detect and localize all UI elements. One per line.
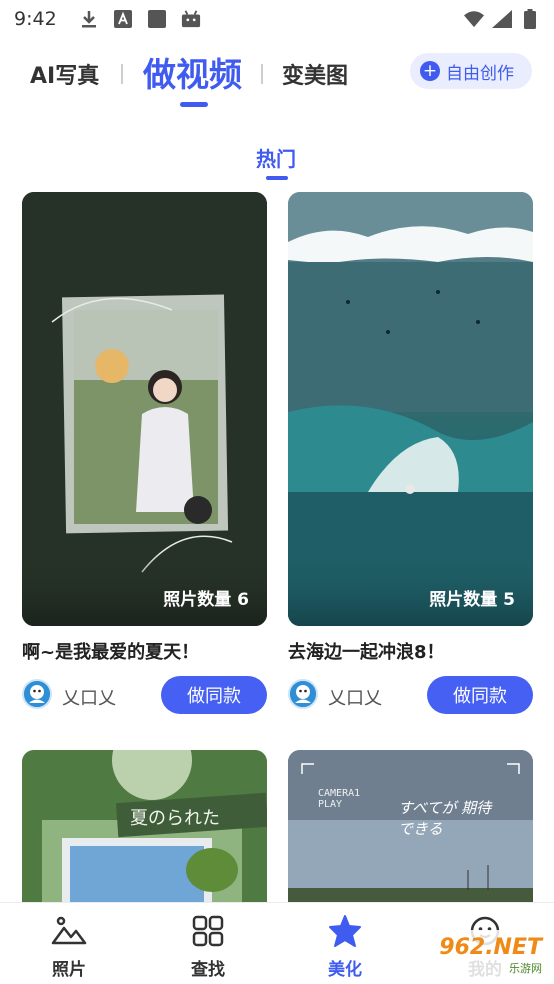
top-tab-bar: AI写真 做视频 变美图 + 自由创作 — [0, 44, 554, 114]
free-create-label: 自由创作 — [446, 63, 514, 84]
template-title: 啊~是我最爱的夏天！ — [22, 642, 200, 663]
free-create-button[interactable]: + 自由创作 — [410, 53, 532, 89]
template-thumbnail[interactable]: 照片数量 6 — [22, 192, 267, 626]
photos-icon — [34, 913, 104, 949]
status-system-icons — [464, 9, 540, 29]
bottom-navigation: 照片 查找 美化 我的 962.NET 乐游网 — [0, 902, 554, 984]
star-icon — [310, 913, 380, 949]
wifi-icon — [464, 9, 484, 29]
template-footer: 乂口乂 做同款 — [288, 676, 533, 714]
nav-label: 查找 — [191, 960, 225, 980]
active-tab-indicator — [180, 102, 208, 107]
photo-count-label: 照片数量 6 — [163, 590, 249, 610]
android-icon — [181, 9, 201, 29]
surfing-wave-photo — [288, 192, 533, 626]
make-same-button[interactable]: 做同款 — [161, 676, 267, 714]
tab-ai-photo[interactable]: AI写真 — [30, 58, 99, 90]
grid-icon — [173, 913, 243, 949]
signal-icon — [492, 9, 512, 29]
author-name: 乂口乂 — [62, 688, 116, 709]
tab-divider — [121, 64, 123, 84]
app-square-icon — [147, 9, 167, 29]
template-card[interactable]: 照片数量 5 去海边一起冲浪8！ 乂口乂 做同款 — [288, 192, 533, 714]
nav-label: 照片 — [52, 960, 86, 980]
make-same-button[interactable]: 做同款 — [427, 676, 533, 714]
template-footer: 乂口乂 做同款 — [22, 676, 267, 714]
section-tab-indicator — [266, 176, 288, 180]
tab-divider — [261, 64, 263, 84]
photo-caption-text: 夏のられた — [130, 808, 220, 829]
template-thumbnail[interactable]: CAMERA1 PLAY すべてが 期待 できる — [288, 750, 533, 910]
camera-overlay-text: CAMERA1 PLAY — [318, 788, 361, 810]
status-time: 9:42 — [14, 8, 57, 30]
summer-girl-photo — [22, 192, 267, 626]
status-notification-icons — [79, 9, 201, 29]
plus-icon: + — [420, 61, 440, 81]
app-a-icon — [113, 9, 133, 29]
template-thumbnail[interactable]: 夏のられた — [22, 750, 267, 910]
avatar — [288, 679, 318, 709]
battery-icon — [520, 9, 540, 29]
tab-beautify-image[interactable]: 变美图 — [282, 58, 348, 90]
template-title: 去海边一起冲浪8！ — [288, 642, 445, 663]
nav-item-find[interactable]: 查找 — [173, 913, 243, 980]
nav-item-photos[interactable]: 照片 — [34, 913, 104, 980]
download-icon — [79, 9, 99, 29]
template-card[interactable]: 照片数量 6 啊~是我最爱的夏天！ 乂口乂 做同款 — [22, 192, 267, 714]
status-bar: 9:42 — [0, 0, 554, 38]
author-name: 乂口乂 — [328, 688, 382, 709]
watermark-logo-text: 962.NET — [439, 934, 542, 960]
photo-caption-text: すべてが 期待 できる — [398, 799, 492, 838]
template-thumbnail[interactable]: 照片数量 5 — [288, 192, 533, 626]
watermark-site-name: 乐游网 — [509, 961, 542, 975]
photo-count-label: 照片数量 5 — [429, 590, 515, 610]
section-tab-hot[interactable]: 热门 — [256, 143, 296, 172]
summer-leaves-photo — [22, 750, 267, 910]
template-card[interactable]: 夏のられた — [22, 750, 267, 910]
site-watermark: 962.NET 乐游网 — [412, 930, 548, 980]
template-card[interactable]: CAMERA1 PLAY すべてが 期待 できる — [288, 750, 533, 910]
tab-make-video[interactable]: 做视频 — [143, 48, 242, 96]
nav-item-beautify[interactable]: 美化 — [310, 913, 380, 980]
avatar — [22, 679, 52, 709]
nav-label: 美化 — [328, 960, 362, 980]
